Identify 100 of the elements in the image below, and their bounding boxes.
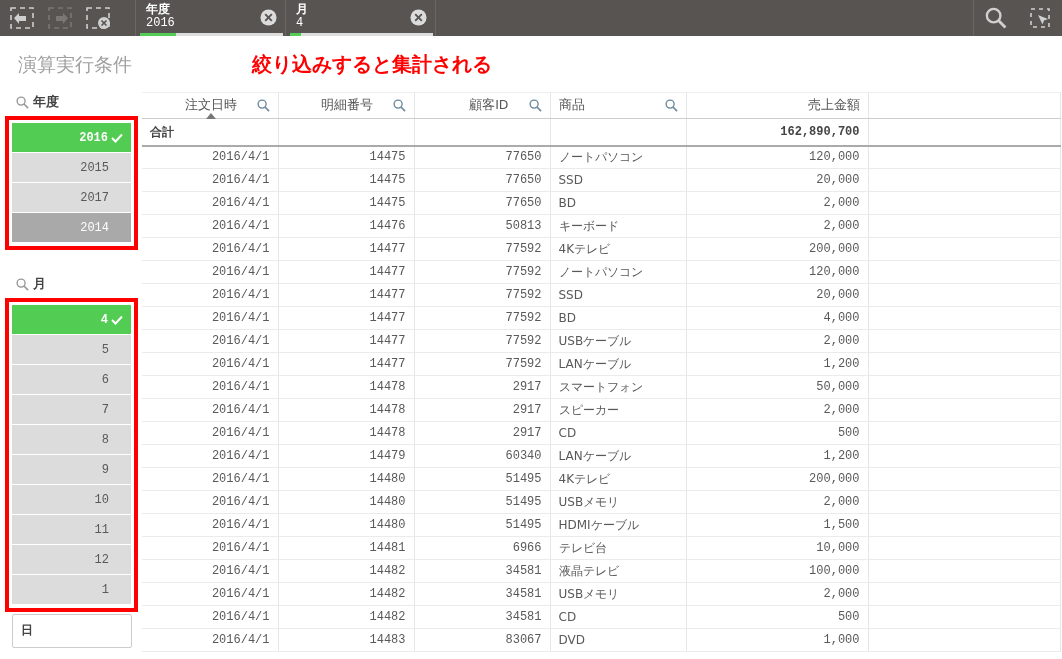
check-icon <box>111 132 123 143</box>
search-icon[interactable] <box>256 99 270 112</box>
table-cell: 2917 <box>414 421 550 445</box>
filter-item[interactable]: 5 <box>12 335 131 365</box>
table-cell: 50,000 <box>686 375 868 399</box>
table-cell: LANケーブル <box>550 352 686 376</box>
table-cell: BD <box>550 306 686 330</box>
table-cell: 14482 <box>278 559 414 583</box>
selection-chip[interactable]: 年度 2016 <box>138 0 286 36</box>
table-cell: USBケーブル <box>550 329 686 353</box>
table-cell: 200,000 <box>686 237 868 261</box>
table-cell: 34581 <box>414 605 550 629</box>
table-cell: 14476 <box>278 214 414 238</box>
table-cell: 2016/4/1 <box>142 536 278 560</box>
clear-selections-icon[interactable] <box>84 6 112 30</box>
table-cell: 2016/4/1 <box>142 352 278 376</box>
table-cell: 14479 <box>278 444 414 468</box>
table-cell: 1,000 <box>686 628 868 652</box>
table-cell: 2016/4/1 <box>142 628 278 652</box>
search-icon[interactable] <box>16 95 29 109</box>
search-icon[interactable] <box>528 99 542 112</box>
sheet-title: 演算実行条件 <box>18 51 133 77</box>
search-icon[interactable] <box>664 99 678 112</box>
table-cell: HDMIケーブル <box>550 513 686 537</box>
table-cell: スピーカー <box>550 398 686 422</box>
table-cell: 14480 <box>278 513 414 537</box>
filter-item[interactable]: 2017 <box>12 183 131 213</box>
table-cell: 2016/4/1 <box>142 306 278 330</box>
table-cell: 77650 <box>414 191 550 215</box>
total-value: 162,890,700 <box>686 118 868 146</box>
table-cell: 14477 <box>278 283 414 307</box>
selection-chip[interactable]: 月 4 <box>288 0 436 36</box>
table-cell: 2,000 <box>686 582 868 606</box>
table-cell: 14478 <box>278 375 414 399</box>
table-cell: 14477 <box>278 329 414 353</box>
table-cell: LANケーブル <box>550 444 686 468</box>
table-cell: 2,000 <box>686 398 868 422</box>
table-cell: 20,000 <box>686 283 868 307</box>
table-cell: 2016/4/1 <box>142 375 278 399</box>
table-cell: 77650 <box>414 168 550 192</box>
table-cell: 14483 <box>278 628 414 652</box>
table-cell: 14480 <box>278 490 414 514</box>
column-header[interactable]: 顧客ID <box>414 92 550 119</box>
close-icon[interactable] <box>260 9 277 26</box>
table-cell: USBメモリ <box>550 582 686 606</box>
table-cell: 14475 <box>278 145 414 169</box>
selection-tool-icon[interactable] <box>1029 7 1051 29</box>
table-cell: 2,000 <box>686 490 868 514</box>
field-name: 月 <box>296 2 309 16</box>
table-cell: 2917 <box>414 398 550 422</box>
search-icon[interactable] <box>16 277 29 291</box>
column-header[interactable]: 明細番号 <box>278 92 414 119</box>
table-cell: 2016/4/1 <box>142 421 278 445</box>
column-header[interactable]: 商品 <box>550 92 686 119</box>
selected-value: 2016 <box>146 16 176 30</box>
table-cell: ノートパソコン <box>550 145 686 169</box>
table-cell: 77650 <box>414 145 550 169</box>
table-cell: 2016/4/1 <box>142 398 278 422</box>
table-cell: 2,000 <box>686 329 868 353</box>
filter-item[interactable]: 8 <box>12 425 131 455</box>
table-cell: 2016/4/1 <box>142 467 278 491</box>
selected-value: 4 <box>296 16 305 30</box>
table-cell: 77592 <box>414 237 550 261</box>
table-cell: 51495 <box>414 513 550 537</box>
table-cell: スマートフォン <box>550 375 686 399</box>
table-cell: 2016/4/1 <box>142 329 278 353</box>
collapsed-filter[interactable]: 日 <box>12 614 132 648</box>
table-cell: 14475 <box>278 168 414 192</box>
close-icon[interactable] <box>410 9 427 26</box>
table-cell: 34581 <box>414 559 550 583</box>
table-cell: 500 <box>686 421 868 445</box>
table-cell: 14477 <box>278 237 414 261</box>
filter-item[interactable]: 7 <box>12 395 131 425</box>
table-cell: 14480 <box>278 467 414 491</box>
table-cell: 10,000 <box>686 536 868 560</box>
sort-icon[interactable] <box>205 113 216 119</box>
search-icon[interactable] <box>392 99 406 112</box>
filter-item[interactable]: 12 <box>12 545 131 575</box>
filter-title: 年度 <box>33 93 59 112</box>
table-cell: 100,000 <box>686 559 868 583</box>
table-cell: 2016/4/1 <box>142 582 278 606</box>
search-icon[interactable] <box>985 7 1007 29</box>
table-cell: 2,000 <box>686 191 868 215</box>
column-header[interactable]: 売上金額 <box>686 92 868 119</box>
table-cell: 2016/4/1 <box>142 237 278 261</box>
table-cell: 20,000 <box>686 168 868 192</box>
filter-item[interactable]: 10 <box>12 485 131 515</box>
table-cell: 2016/4/1 <box>142 444 278 468</box>
filter-item[interactable]: 6 <box>12 365 131 395</box>
table-cell: 14478 <box>278 421 414 445</box>
table-cell: 2917 <box>414 375 550 399</box>
column-header[interactable]: 注文日時 <box>142 92 278 119</box>
table-cell: SSD <box>550 168 686 192</box>
filter-item[interactable]: 9 <box>12 455 131 485</box>
filter-item[interactable]: 11 <box>12 515 131 545</box>
filter-item[interactable]: 2015 <box>12 153 131 183</box>
filter-item[interactable]: 1 <box>12 575 131 605</box>
table-cell: 2016/4/1 <box>142 605 278 629</box>
total-label: 合計 <box>142 118 278 146</box>
back-icon[interactable] <box>8 6 36 30</box>
